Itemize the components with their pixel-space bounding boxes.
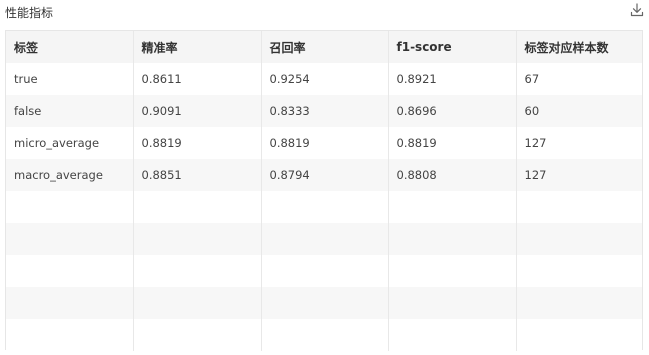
- cell-sample-count: 67: [524, 72, 540, 86]
- cell-precision: 0.8851: [133, 159, 262, 191]
- table-row: macro_average 0.8851 0.8794 0.8808 127: [6, 159, 642, 191]
- header-precision[interactable]: 精准率: [133, 31, 262, 63]
- cell-sample-count: 127: [524, 136, 547, 150]
- empty-table-row: [6, 319, 642, 351]
- cell-precision: 0.9091: [133, 95, 262, 127]
- performance-metrics-panel: 性能指标 标签 精准率 召回率 f1-score 标签对应样本数 true 0.…: [0, 0, 649, 355]
- cell-f1-score: 0.8921: [388, 63, 517, 95]
- metrics-table-container: 标签 精准率 召回率 f1-score 标签对应样本数 true 0.8611 …: [5, 30, 643, 351]
- table-header-row: 标签 精准率 召回率 f1-score 标签对应样本数: [6, 31, 642, 63]
- empty-table-row: [6, 287, 642, 319]
- cell-precision: 0.8819: [133, 127, 262, 159]
- download-icon[interactable]: [629, 2, 645, 18]
- cell-precision: 0.8611: [133, 63, 262, 95]
- panel-title: 性能指标: [5, 6, 54, 20]
- table-row: false 0.9091 0.8333 0.8696 60: [6, 95, 642, 127]
- cell-sample-count: 60: [524, 104, 540, 118]
- header-recall[interactable]: 召回率: [261, 31, 389, 63]
- cell-sample-count: 127: [524, 168, 547, 182]
- cell-label: macro_average: [6, 159, 134, 191]
- empty-table-row: [6, 255, 642, 287]
- table-row: micro_average 0.8819 0.8819 0.8819 127: [6, 127, 642, 159]
- cell-label: true: [6, 63, 134, 95]
- cell-label: false: [6, 95, 134, 127]
- header-f1-score[interactable]: f1-score: [388, 31, 517, 63]
- cell-f1-score: 0.8819: [388, 127, 517, 159]
- cell-recall: 0.9254: [261, 63, 389, 95]
- cell-recall: 0.8819: [261, 127, 389, 159]
- cell-recall: 0.8333: [261, 95, 389, 127]
- metrics-table: 标签 精准率 召回率 f1-score 标签对应样本数 true 0.8611 …: [6, 31, 642, 351]
- cell-f1-score: 0.8696: [388, 95, 517, 127]
- cell-recall: 0.8794: [261, 159, 389, 191]
- cell-label: micro_average: [6, 127, 134, 159]
- header-label[interactable]: 标签: [6, 31, 134, 63]
- cell-f1-score: 0.8808: [388, 159, 517, 191]
- empty-table-row: [6, 223, 642, 255]
- header-sample-count[interactable]: 标签对应样本数: [516, 31, 642, 63]
- table-row: true 0.8611 0.9254 0.8921 67: [6, 63, 642, 95]
- empty-table-row: [6, 191, 642, 223]
